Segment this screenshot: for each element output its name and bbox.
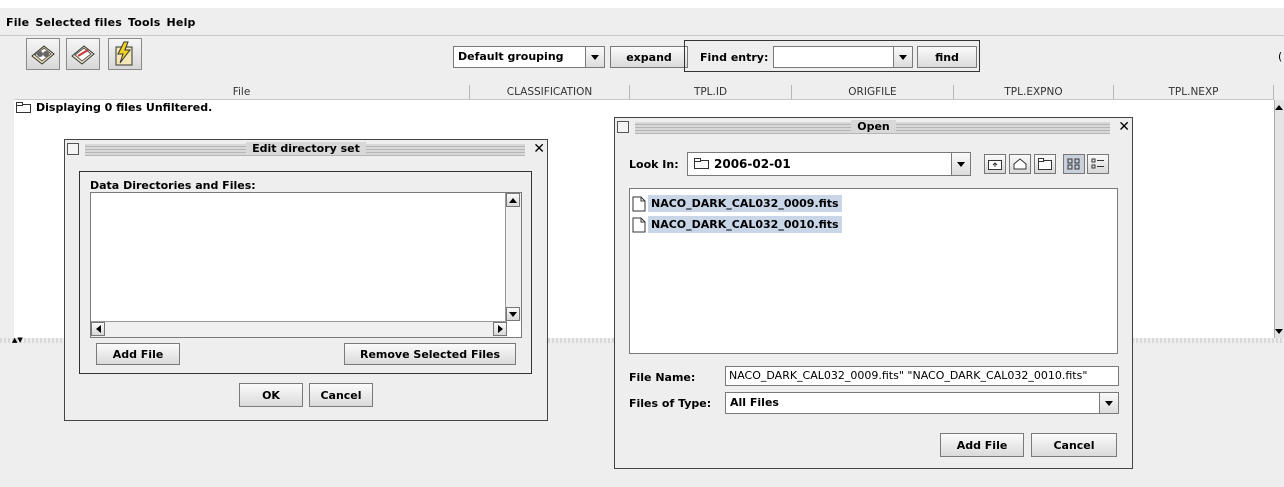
fast-reduce-icon	[115, 41, 133, 66]
chevron-down-icon	[1099, 393, 1118, 413]
filter-grouping-icon	[31, 45, 55, 65]
close-icon[interactable]: ✕	[1118, 119, 1130, 135]
new-folder-icon	[1038, 158, 1052, 170]
grouping-select-value: Default grouping	[458, 50, 564, 63]
menu-selected-files[interactable]: Selected files	[35, 16, 122, 29]
menu-bar: File Selected files Tools Help	[0, 12, 1284, 32]
chevron-down-icon	[585, 47, 604, 67]
chevron-down-icon	[951, 153, 970, 175]
window-top-band	[0, 0, 1284, 8]
group-label: Data Directories and Files:	[90, 179, 256, 192]
file-icon	[632, 217, 646, 232]
file-name: NACO_DARK_CAL032_0010.fits	[648, 216, 842, 233]
list-item[interactable]: NACO_DARK_CAL032_0010.fits	[632, 214, 842, 235]
find-button[interactable]: find	[917, 46, 977, 68]
column-header-tpl-nexp[interactable]: TPL.NEXP	[1114, 85, 1274, 99]
column-header-file[interactable]: File	[14, 85, 470, 99]
open-add-file-button[interactable]: Add File	[940, 433, 1024, 457]
scroll-up-icon[interactable]	[506, 193, 520, 207]
column-header-tpl-expno[interactable]: TPL.EXPNO	[954, 85, 1114, 99]
column-header-origfile[interactable]: ORIGFILE	[792, 85, 954, 99]
title-wrap: Edit directory set	[67, 142, 545, 155]
menu-tools[interactable]: Tools	[128, 16, 160, 29]
directories-list[interactable]	[90, 192, 522, 338]
list-item[interactable]: NACO_DARK_CAL032_0009.fits	[632, 193, 842, 214]
file-name-label: File Name:	[629, 371, 696, 384]
menu-help[interactable]: Help	[167, 16, 196, 29]
details-view-icon	[1091, 158, 1104, 169]
tag-files-button[interactable]	[66, 38, 100, 70]
divider-arrows-icon[interactable]: ▲▼	[12, 337, 23, 344]
look-in-label: Look In:	[629, 158, 679, 171]
files-of-type-label: Files of Type:	[629, 397, 712, 410]
add-file-button[interactable]: Add File	[96, 343, 180, 365]
table-header: File CLASSIFICATION TPL.ID ORIGFILE TPL.…	[14, 85, 1274, 100]
scroll-right-icon[interactable]	[493, 322, 507, 336]
file-name-input[interactable]: NACO_DARK_CAL032_0009.fits" "NACO_DARK_C…	[725, 366, 1119, 386]
open-file-dialog: Open ✕ Look In: 2006-02-01 NACO_DARK_CAL…	[614, 117, 1133, 469]
menu-file[interactable]: File	[6, 16, 29, 29]
up-one-level-button[interactable]	[984, 154, 1006, 174]
scroll-left-icon[interactable]	[91, 322, 105, 336]
ok-button[interactable]: OK	[239, 383, 303, 407]
files-of-type-value: All Files	[730, 396, 779, 409]
filter-grouping-button[interactable]	[26, 38, 60, 70]
status-text: Displaying 0 files Unfiltered.	[36, 101, 213, 114]
find-entry-input[interactable]	[773, 46, 913, 68]
scroll-down-icon[interactable]	[506, 307, 520, 321]
edit-directory-dialog: Edit directory set ✕ Data Directories an…	[64, 139, 548, 421]
find-entry-label: Find entry:	[700, 51, 769, 64]
folder-icon	[16, 102, 31, 113]
look-in-select[interactable]: 2006-02-01	[687, 152, 971, 176]
list-view-button[interactable]	[1063, 154, 1085, 174]
home-icon	[1013, 158, 1027, 170]
edit-dialog-titlebar[interactable]: Edit directory set ✕	[67, 141, 545, 158]
column-header-classification[interactable]: CLASSIFICATION	[470, 85, 630, 99]
home-button[interactable]	[1009, 154, 1031, 174]
close-icon[interactable]: ✕	[533, 141, 545, 157]
cut-off-label: (	[1278, 50, 1283, 63]
chevron-down-icon	[893, 47, 912, 67]
expand-button[interactable]: expand	[610, 46, 688, 68]
grouping-select[interactable]: Default grouping	[453, 46, 605, 68]
list-view-icon	[1067, 158, 1080, 170]
open-dialog-titlebar[interactable]: Open ✕	[617, 119, 1130, 136]
title-wrap: Open	[617, 120, 1130, 133]
files-of-type-select[interactable]: All Files	[725, 392, 1119, 414]
table-vertical-scrollbar[interactable]	[1274, 100, 1284, 338]
tag-files-icon	[71, 45, 95, 65]
scroll-up-icon[interactable]	[1273, 100, 1284, 114]
folder-icon	[694, 158, 709, 169]
file-icon	[632, 196, 646, 211]
details-view-button[interactable]	[1087, 154, 1109, 174]
list-vertical-scrollbar[interactable]	[505, 193, 521, 321]
list-horizontal-scrollbar[interactable]	[91, 321, 507, 337]
open-dialog-title: Open	[851, 120, 896, 133]
look-in-value: 2006-02-01	[714, 157, 791, 171]
status-line: Displaying 0 files Unfiltered.	[16, 101, 212, 114]
edit-dialog-title: Edit directory set	[246, 142, 366, 155]
file-list[interactable]: NACO_DARK_CAL032_0009.fits NACO_DARK_CAL…	[629, 188, 1118, 354]
scroll-down-icon[interactable]	[1273, 324, 1284, 338]
new-folder-button[interactable]	[1034, 154, 1056, 174]
remove-selected-files-button[interactable]: Remove Selected Files	[344, 343, 516, 365]
column-header-tpl-id[interactable]: TPL.ID	[630, 85, 792, 99]
data-directories-group: Data Directories and Files: Add File Rem…	[79, 171, 532, 374]
fast-reduce-button[interactable]	[108, 38, 142, 70]
up-folder-icon	[988, 160, 1002, 170]
cancel-button[interactable]: Cancel	[309, 383, 373, 407]
file-name: NACO_DARK_CAL032_0009.fits	[648, 195, 842, 212]
open-cancel-button[interactable]: Cancel	[1031, 433, 1117, 457]
